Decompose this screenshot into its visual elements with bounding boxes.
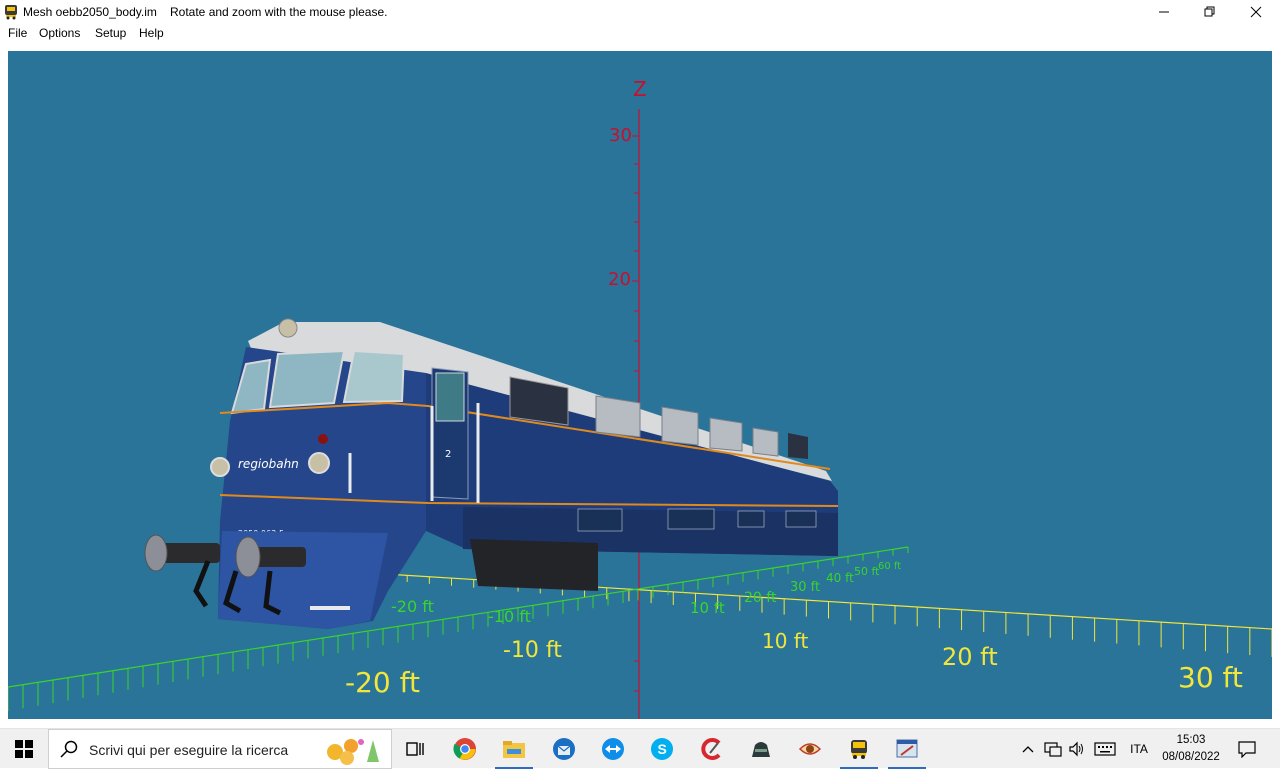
ccleaner-button[interactable] xyxy=(689,729,735,769)
task-view-button[interactable] xyxy=(392,729,438,769)
hat-app-button[interactable] xyxy=(738,729,784,769)
notification-icon xyxy=(1238,741,1256,758)
x-tick-label: -20 ft xyxy=(345,666,420,699)
eye-app-icon xyxy=(798,743,822,755)
start-button[interactable] xyxy=(0,729,48,769)
x-tick-label: 20 ft xyxy=(942,643,998,671)
title-bar: Mesh oebb2050_body.im Rotate and zoom wi… xyxy=(0,0,1280,24)
y-tick-label: 60 ft xyxy=(878,561,902,572)
menu-help[interactable]: Help xyxy=(139,26,164,40)
z-axis-label: Z xyxy=(633,77,647,101)
x-tick-label: 30 ft xyxy=(1178,661,1243,694)
train-app-icon xyxy=(5,5,17,20)
train-app-icon xyxy=(851,740,867,759)
z-tick-label: 20 xyxy=(608,269,631,290)
y-tick-label: -20 ft xyxy=(391,597,434,616)
minimize-button[interactable] xyxy=(1141,0,1187,24)
locomotive-model: 2 regiobahn 2050 063-5 xyxy=(144,318,839,629)
ccleaner-icon xyxy=(701,738,721,760)
thunderbird-button[interactable] xyxy=(541,729,587,769)
teamviewer-icon xyxy=(602,738,624,760)
z-tick-label: 30 xyxy=(609,125,632,146)
chrome-button[interactable] xyxy=(442,729,488,769)
thunderbird-icon xyxy=(553,738,575,760)
menu-file[interactable]: File xyxy=(8,26,27,40)
input-language[interactable]: ITA xyxy=(1126,729,1152,769)
chevron-up-icon xyxy=(1022,746,1034,753)
x-tick-label: -10 ft xyxy=(503,638,562,663)
search-highlight-icon xyxy=(327,739,379,765)
door-number: 2 xyxy=(445,449,451,460)
task-view-icon xyxy=(406,742,424,756)
taskbar-search[interactable]: Scrivi qui per eseguire la ricerca xyxy=(48,729,392,769)
menu-options[interactable]: Options xyxy=(39,26,80,40)
restore-icon xyxy=(1204,6,1215,17)
keyboard-icon xyxy=(1094,742,1116,756)
mesh-viewport[interactable]: 2 regiobahn 2050 063-5 xyxy=(8,51,1272,719)
search-icon xyxy=(60,740,78,758)
file-explorer-button[interactable] xyxy=(491,729,537,769)
train-app-button[interactable] xyxy=(836,729,882,769)
teamviewer-button[interactable] xyxy=(590,729,636,769)
network-tray-button[interactable] xyxy=(1042,729,1064,769)
clock[interactable]: 15:03 08/08/2022 xyxy=(1156,732,1226,766)
window-title: Mesh oebb2050_body.im xyxy=(23,5,157,19)
skype-icon: S xyxy=(651,738,673,760)
editor-app-button[interactable] xyxy=(884,729,930,769)
show-hidden-icons-button[interactable] xyxy=(1020,729,1036,769)
clock-time: 15:03 xyxy=(1176,734,1206,746)
x-tick-label: 10 ft xyxy=(762,629,809,653)
eye-app-button[interactable] xyxy=(787,729,833,769)
taskbar: Scrivi qui per eseguire la ricerca S ITA… xyxy=(0,728,1280,769)
svg-text:S: S xyxy=(658,741,667,757)
minimize-icon xyxy=(1159,11,1169,13)
scene-canvas: 2 regiobahn 2050 063-5 xyxy=(8,109,1272,719)
windows-logo-icon xyxy=(15,740,33,758)
y-tick-label: 50 ft xyxy=(854,565,880,578)
chrome-icon xyxy=(453,738,476,760)
editor-app-icon xyxy=(896,739,918,758)
y-tick-label: 30 ft xyxy=(790,580,821,595)
search-placeholder: Scrivi qui per eseguire la ricerca xyxy=(89,742,289,758)
window-message: Rotate and zoom with the mouse please. xyxy=(170,5,388,19)
y-tick-label: 40 ft xyxy=(826,571,854,585)
notifications-button[interactable] xyxy=(1232,729,1262,769)
hat-app-icon xyxy=(752,742,770,757)
network-icon xyxy=(1044,742,1062,757)
skype-button[interactable]: S xyxy=(639,729,685,769)
y-tick-label: 20 ft xyxy=(744,590,777,606)
menu-bar: File Options Setup Help xyxy=(0,24,1280,44)
close-button[interactable] xyxy=(1233,0,1279,24)
clock-date: 08/08/2022 xyxy=(1162,751,1220,763)
volume-icon xyxy=(1069,741,1083,757)
restore-button[interactable] xyxy=(1187,0,1233,24)
menu-setup[interactable]: Setup xyxy=(95,26,126,40)
brand-label: regiobahn xyxy=(238,457,299,471)
close-icon xyxy=(1250,6,1262,18)
y-tick-label: -10 ft xyxy=(488,607,531,626)
volume-tray-button[interactable] xyxy=(1066,729,1088,769)
touch-keyboard-button[interactable] xyxy=(1092,729,1118,769)
file-explorer-icon xyxy=(503,741,525,758)
y-tick-label: 10 ft xyxy=(690,599,725,617)
